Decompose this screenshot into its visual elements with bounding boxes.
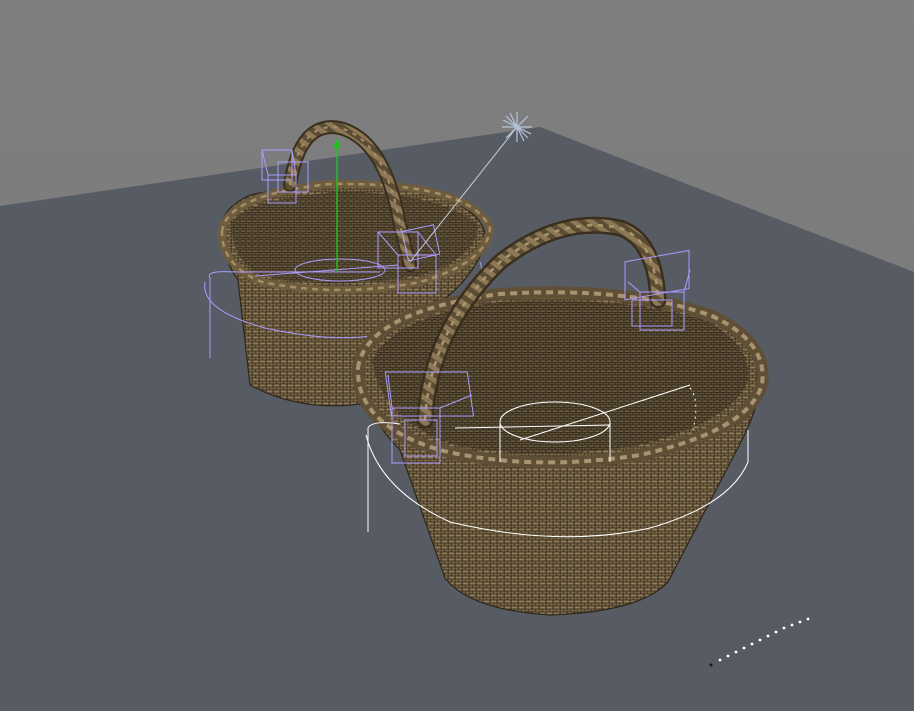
3d-viewport[interactable]: [0, 0, 914, 711]
viewport-scene[interactable]: [0, 0, 914, 711]
